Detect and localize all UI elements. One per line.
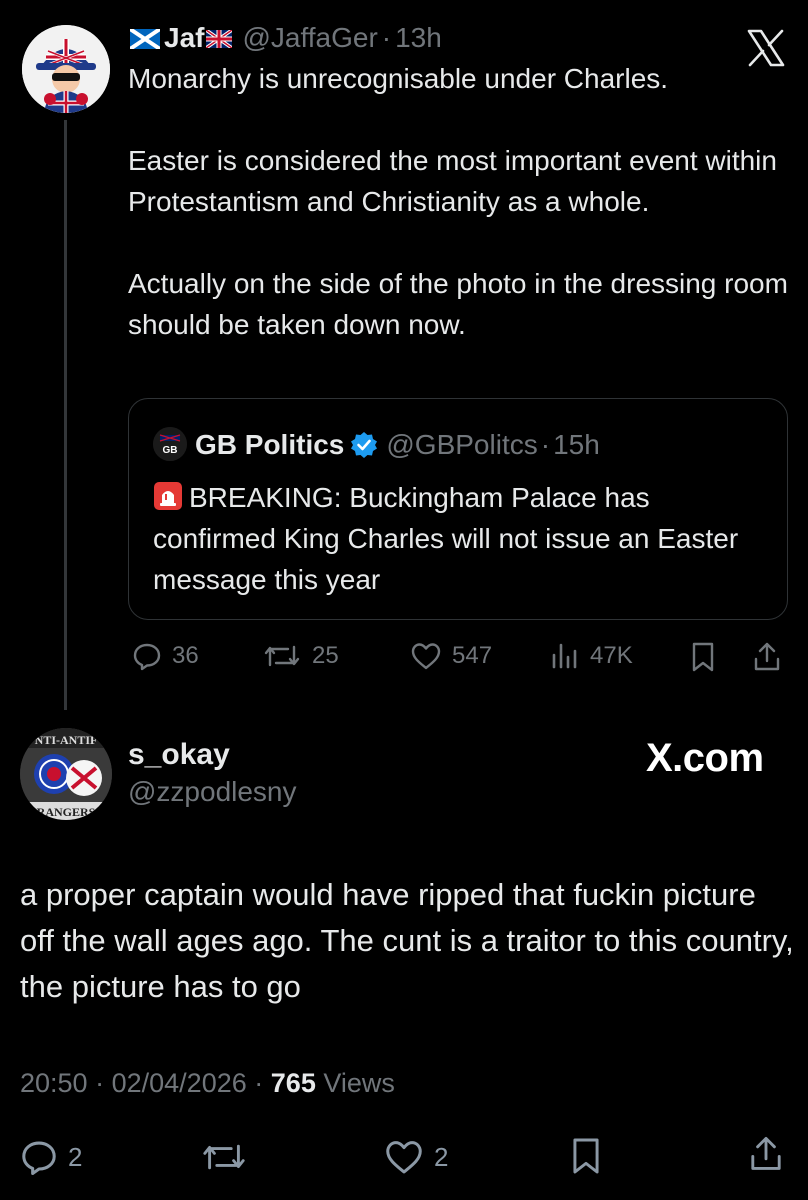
avatar-top-text: NTI-ANTIF: [35, 733, 98, 747]
gb-logo-text: GB: [163, 445, 178, 456]
repost-button[interactable]: [200, 1138, 248, 1176]
heart-icon: [386, 1141, 422, 1174]
reply-icon: [22, 1141, 56, 1175]
reply-author-handle[interactable]: @zzpodlesny: [128, 776, 297, 808]
repost-button[interactable]: 25: [262, 641, 339, 671]
gb-politics-avatar[interactable]: GB: [153, 427, 187, 461]
timestamp[interactable]: 13h: [395, 22, 442, 53]
author-handle[interactable]: @JaffaGer: [242, 22, 377, 53]
share-icon: [754, 642, 780, 671]
like-button[interactable]: 2: [384, 1138, 448, 1176]
reply-count: 36: [172, 642, 199, 669]
reply-button[interactable]: 2: [20, 1138, 82, 1176]
siren-emoji-icon: [154, 482, 182, 510]
like-button[interactable]: 547: [410, 641, 492, 671]
gb-logo-icon: GB: [153, 427, 187, 461]
avatar-bottom-text: RANGERS: [37, 805, 96, 819]
verified-badge-icon: [351, 432, 378, 458]
quoted-author-name[interactable]: GB Politics: [195, 429, 344, 460]
like-count: 2: [434, 1141, 449, 1172]
separator: ·: [254, 1068, 264, 1098]
share-button[interactable]: [752, 641, 782, 673]
avatar-illustration: NTI-ANTIF RANGERS: [20, 728, 112, 820]
repost-count: 25: [312, 642, 339, 669]
separator: ·: [95, 1068, 105, 1098]
heart-icon: [411, 643, 441, 670]
views-button[interactable]: 47K: [550, 641, 633, 671]
quoted-author-handle[interactable]: @GBPolitcs: [386, 429, 537, 460]
repost-icon: [203, 1144, 245, 1170]
thread-line: [64, 120, 67, 710]
reply-icon: [133, 643, 161, 671]
bookmark-button[interactable]: [570, 1136, 602, 1176]
quoted-tweet-text: BREAKING: Buckingham Palace has confirme…: [153, 482, 739, 595]
reply-body: a proper captain would have ripped that …: [20, 877, 794, 1004]
tweet-header: Jaf @JaffaGer · 13h: [130, 20, 442, 56]
share-button[interactable]: [748, 1134, 784, 1174]
reply-time[interactable]: 20:50: [20, 1068, 88, 1098]
tweet-paragraph: Monarchy is unrecognisable under Charles…: [128, 63, 669, 94]
avatar[interactable]: NTI-ANTIF RANGERS: [20, 728, 112, 820]
reply-meta: 20:50 · 02/04/2026 · 765 Views: [20, 1068, 395, 1099]
share-icon: [751, 1136, 781, 1170]
reply-views-label: Views: [323, 1068, 395, 1098]
avatar-illustration: [22, 25, 110, 113]
bookmark-icon: [573, 1138, 599, 1174]
like-count: 547: [452, 642, 493, 669]
quoted-tweet-header: GB GB Politics @GBPolitcs · 15h: [153, 427, 600, 463]
reply-button[interactable]: 36: [132, 641, 199, 671]
reply-author-name[interactable]: s_okay: [128, 738, 230, 772]
author-name[interactable]: Jaf: [164, 22, 204, 53]
separator: ·: [540, 429, 551, 460]
analytics-icon: [552, 643, 577, 669]
separator: ·: [381, 22, 392, 53]
uk-flag-icon: [206, 30, 233, 48]
reply-date[interactable]: 02/04/2026: [112, 1068, 247, 1098]
scotland-flag-icon: [130, 29, 160, 49]
avatar[interactable]: [22, 25, 110, 113]
tweet-body: Monarchy is unrecognisable under Charles…: [128, 58, 793, 345]
reply-count: 2: [68, 1141, 83, 1172]
repost-icon: [264, 645, 300, 667]
quoted-tweet-body: BREAKING: Buckingham Palace has confirme…: [153, 477, 763, 600]
tweet-paragraph: Easter is considered the most important …: [128, 145, 777, 217]
tweet-paragraph: Actually on the side of the photo in the…: [128, 268, 788, 340]
bookmark-button[interactable]: [690, 641, 716, 673]
reply-views-count: 765: [270, 1068, 316, 1098]
bookmark-icon: [692, 642, 714, 672]
quoted-timestamp[interactable]: 15h: [553, 429, 600, 460]
quoted-tweet-card[interactable]: GB GB Politics @GBPolitcs · 15h BREAKING: …: [128, 398, 788, 620]
xcom-watermark: X.com: [646, 736, 764, 780]
views-count: 47K: [590, 642, 633, 669]
